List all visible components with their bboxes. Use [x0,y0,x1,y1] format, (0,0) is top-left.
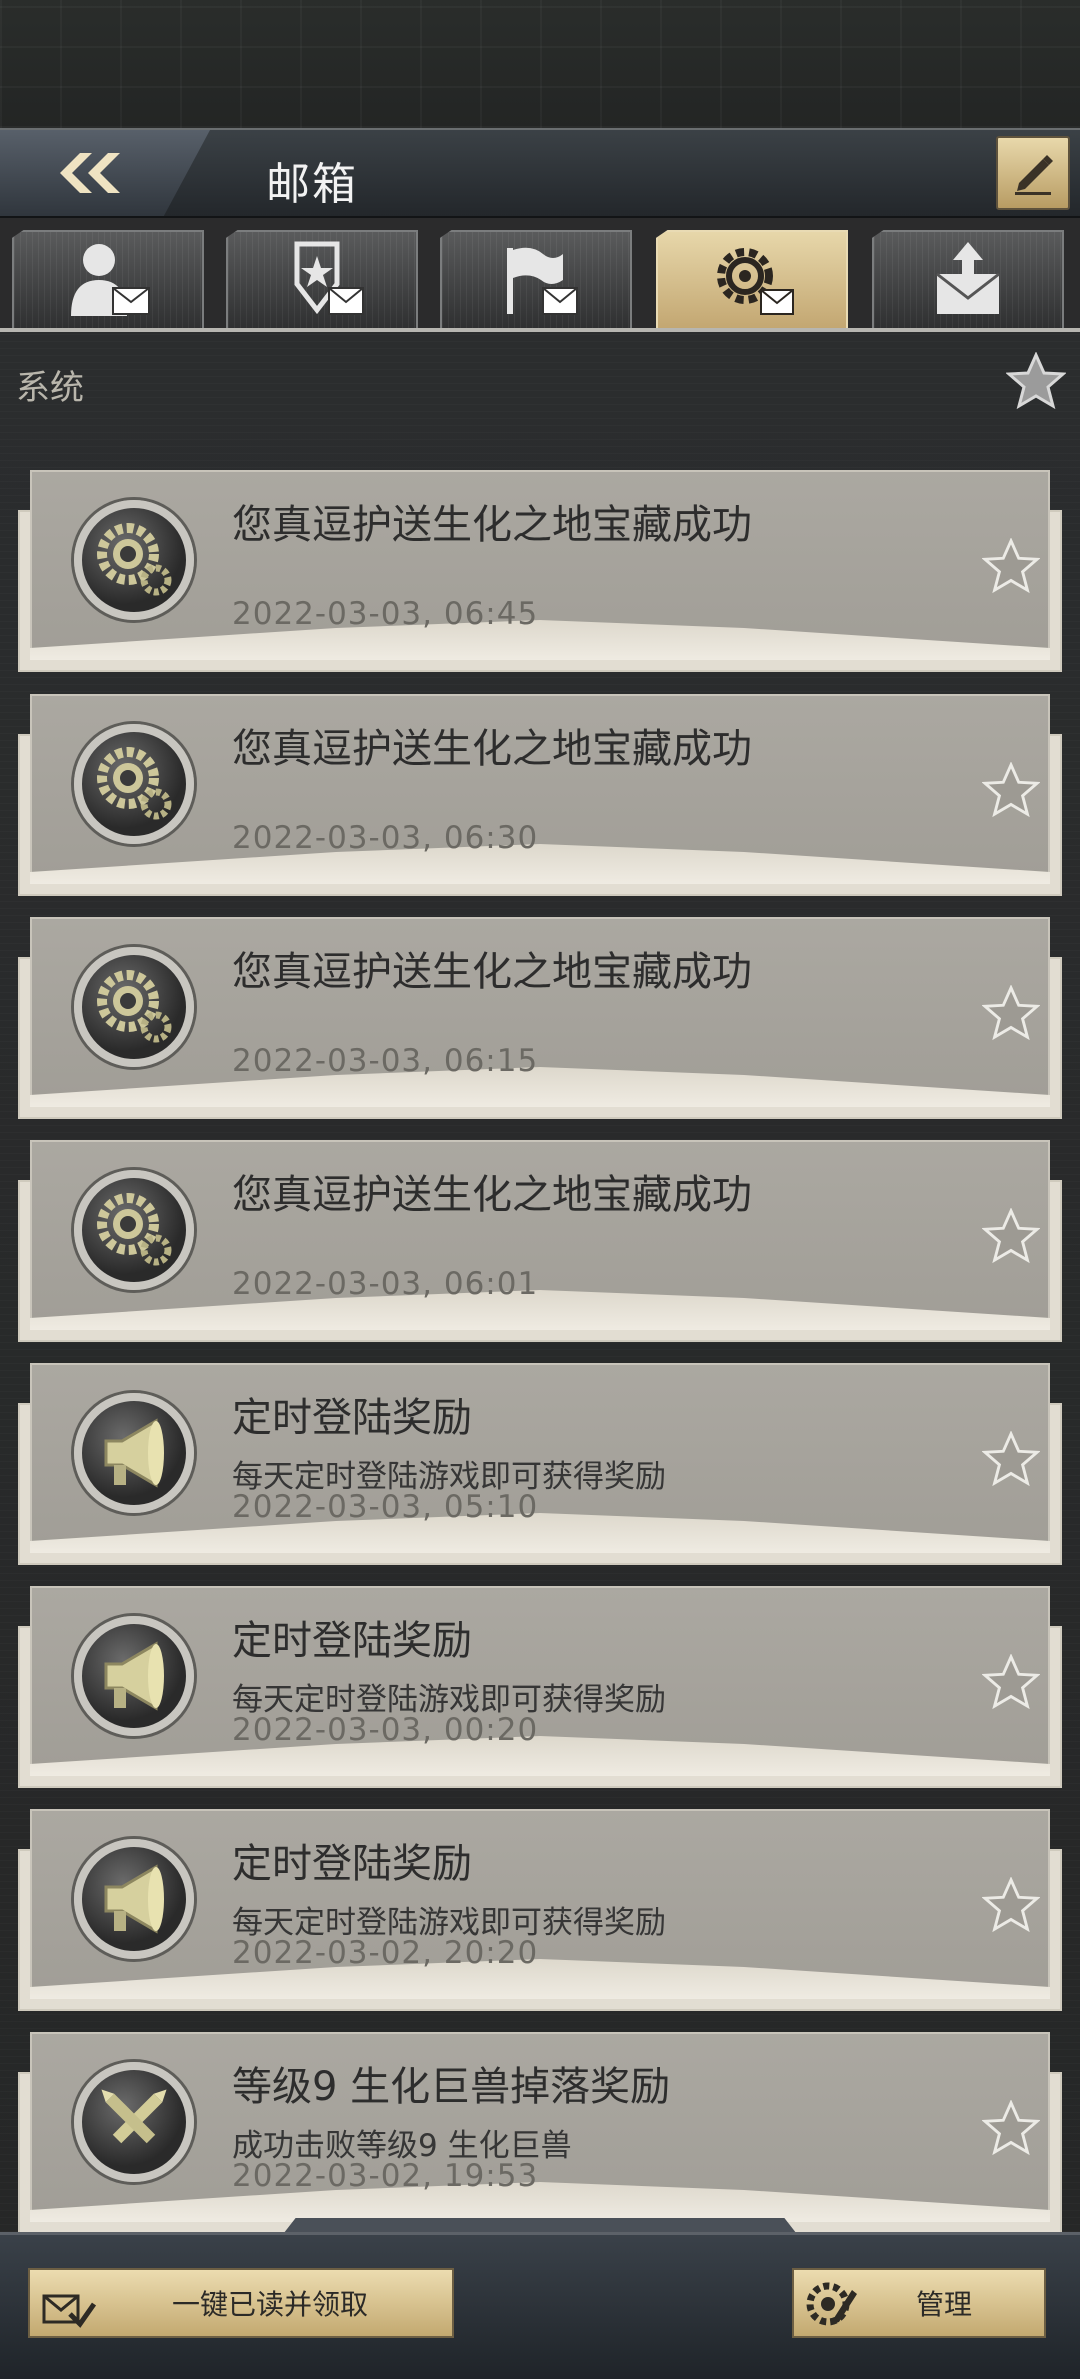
mail-sender-avatar [74,1616,194,1736]
star-icon [981,1430,1041,1487]
star-icon [981,1653,1041,1710]
star-icon [981,1207,1041,1264]
mail-time: 2022-03-03, 05:10 [232,1489,539,1525]
mail-time: 2022-03-03, 00:20 [232,1712,539,1748]
compose-button[interactable] [996,136,1070,210]
header-bar: 邮箱 [0,128,1080,218]
favorites-filter-button[interactable] [1005,351,1067,414]
favorite-button[interactable] [981,2099,1041,2160]
favorite-button[interactable] [981,761,1041,822]
mail-time: 2022-03-03, 06:30 [232,820,539,856]
mail-time: 2022-03-03, 06:45 [232,596,539,632]
gears-icon [97,1193,172,1266]
mail-sender-avatar [74,2062,194,2182]
megaphone-icon [104,1864,164,1934]
gear-mail-icon [717,248,794,315]
gears-icon [97,523,172,596]
back-button[interactable] [0,130,210,216]
mail-title: 定时登陆奖励 [232,1841,472,1887]
mail-title: 您真逗护送生化之地宝藏成功 [232,1172,752,1218]
mail-sender-avatar [74,1393,194,1513]
mail-item[interactable]: 等级9 生化巨兽掉落奖励 成功击败等级9 生化巨兽 2022-03-02, 19… [18,2032,1062,2234]
mail-title: 您真逗护送生化之地宝藏成功 [232,502,752,548]
tab-alliance[interactable] [226,230,418,328]
mail-sender-avatar [74,500,194,620]
shield-star-mail-icon [294,241,364,315]
mail-title: 定时登陆奖励 [232,1395,472,1441]
double-chevron-left-icon [60,153,120,193]
mail-item[interactable]: 定时登陆奖励 每天定时登陆游戏即可获得奖励 2022-03-03, 05:10 [18,1363,1062,1565]
tab-system[interactable] [656,230,848,328]
mail-sender-avatar [74,1839,194,1959]
star-icon [1005,351,1067,410]
mail-time: 2022-03-03, 06:15 [232,1043,539,1079]
mail-item[interactable]: 您真逗护送生化之地宝藏成功 2022-03-03, 06:01 [18,1140,1062,1342]
tab-sent[interactable] [872,230,1064,328]
star-icon [981,537,1041,594]
mail-category-tabs [0,228,1080,330]
star-icon [981,2099,1041,2156]
crossed-bullets-icon [101,2089,167,2144]
mail-item[interactable]: 您真逗护送生化之地宝藏成功 2022-03-03, 06:45 [18,470,1062,672]
mail-time: 2022-03-03, 06:01 [232,1266,539,1302]
favorite-button[interactable] [981,1876,1041,1937]
mail-check-icon [42,2294,96,2328]
mail-sender-avatar [74,724,194,844]
read-all-and-claim-button[interactable]: 一键已读并领取 [28,2268,454,2338]
person-mail-icon [71,244,150,316]
tab-battle[interactable] [440,230,632,328]
top-decor-band [0,0,1080,128]
read-all-label: 一键已读并领取 [172,2288,369,2321]
star-icon [981,984,1041,1041]
favorite-button[interactable] [981,1430,1041,1491]
mail-item[interactable]: 定时登陆奖励 每天定时登陆游戏即可获得奖励 2022-03-02, 20:20 [18,1809,1062,2011]
manage-label: 管理 [916,2288,973,2321]
mail-time: 2022-03-02, 20:20 [232,1935,539,1971]
favorite-button[interactable] [981,1207,1041,1268]
page-title: 邮箱 [266,159,358,210]
flag-mail-icon [507,247,578,315]
favorite-button[interactable] [981,537,1041,598]
star-icon [981,1876,1041,1933]
mail-item[interactable]: 定时登陆奖励 每天定时登陆游戏即可获得奖励 2022-03-03, 00:20 [18,1586,1062,1788]
mail-title: 等级9 生化巨兽掉落奖励 [232,2064,671,2110]
tab-personal[interactable] [12,230,204,328]
pencil-icon [1015,155,1053,195]
star-icon [981,761,1041,818]
gear-pencil-icon [806,2282,857,2326]
megaphone-icon [104,1641,164,1711]
mail-title: 您真逗护送生化之地宝藏成功 [232,726,752,772]
mail-time: 2022-03-02, 19:53 [232,2158,539,2194]
megaphone-icon [104,1418,164,1488]
favorite-button[interactable] [981,984,1041,1045]
mail-item[interactable]: 您真逗护送生化之地宝藏成功 2022-03-03, 06:30 [18,694,1062,896]
mail-title: 定时登陆奖励 [232,1618,472,1664]
section-label: 系统 [16,368,84,408]
mail-sender-avatar [74,1170,194,1290]
mail-sender-avatar [74,947,194,1067]
outbox-mail-icon [936,242,1000,314]
gears-icon [97,970,172,1043]
favorite-button[interactable] [981,1653,1041,1714]
gears-icon [97,747,172,820]
mail-title: 您真逗护送生化之地宝藏成功 [232,949,752,995]
manage-button[interactable]: 管理 [792,2268,1046,2338]
mail-item[interactable]: 您真逗护送生化之地宝藏成功 2022-03-03, 06:15 [18,917,1062,1119]
